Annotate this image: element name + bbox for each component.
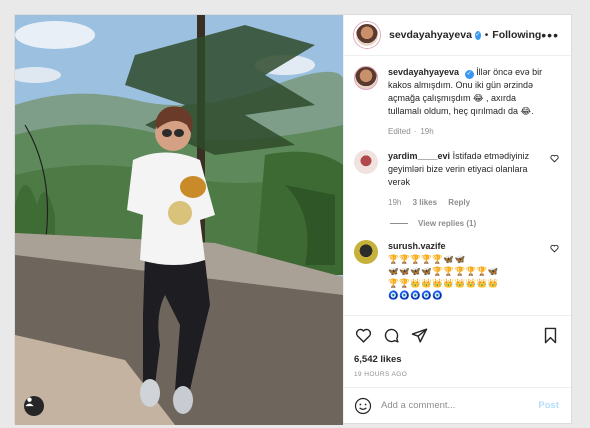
caption: sevdayahyayeva ✓ İllər öncə evə bir kako… (354, 66, 559, 138)
more-options-icon[interactable]: ••• (541, 27, 559, 43)
emoji-line: 🏆🏆🏆🏆🏆🦋🦋 (388, 254, 466, 264)
verified-badge-icon: ✓ (464, 69, 474, 79)
comments-list: sevdayahyayeva ✓ İllər öncə evə bir kako… (344, 56, 571, 315)
post-comment-button[interactable]: Post (538, 400, 559, 411)
caption-time: 19h (420, 127, 434, 136)
comment-username[interactable]: yardim____evi (388, 151, 450, 161)
heart-icon[interactable] (550, 154, 559, 165)
heart-icon[interactable] (550, 244, 559, 255)
post-time: 19 HOURS AGO (354, 371, 408, 378)
comment-input[interactable] (381, 400, 539, 411)
view-replies-button[interactable]: View replies (1) (390, 219, 559, 228)
emoji-line: 🦋🦋🦋🦋🏆🏆🏆🏆🏆🦋 (388, 266, 499, 276)
verified-badge-icon: ✓ (474, 30, 481, 40)
post-photo[interactable] (15, 15, 343, 425)
avatar[interactable] (354, 22, 380, 48)
tagged-users-button[interactable] (24, 396, 44, 416)
like-heart-icon[interactable] (354, 326, 372, 344)
avatar[interactable] (354, 240, 378, 264)
likes-count[interactable]: 6,542 likes (354, 354, 559, 365)
view-replies-label: View replies (1) (418, 219, 477, 228)
instagram-post: sevdayahyayeva ✓ • Following ••• sevdaya… (14, 14, 572, 425)
comment-emoji-text: 🏆🏆🏆🏆🏆🦋🦋 🦋🦋🦋🦋🏆🏆🏆🏆🏆🦋 🏆🏆👑👑👑👑👑👑👑👑 🧿🧿🧿🧿🧿 (388, 253, 545, 301)
emoji-line: 🏆🏆👑👑👑👑👑👑👑👑 (388, 278, 499, 288)
post-side-panel: sevdayahyayeva ✓ • Following ••• sevdaya… (343, 15, 571, 423)
post-actions: 6,542 likes 19 HOURS AGO (344, 315, 571, 387)
comment-username[interactable]: surush.vazife (388, 241, 446, 251)
list-item: surush.vazife 🏆🏆🏆🏆🏆🦋🦋 🦋🦋🦋🦋🏆🏆🏆🏆🏆🦋 🏆🏆👑👑👑👑👑… (354, 240, 559, 301)
divider (390, 223, 408, 224)
list-item: yardim____evi İstifadə etmədiyiniz geyim… (354, 150, 559, 209)
header-username[interactable]: sevdayahyayeva (389, 29, 472, 41)
comment-likes[interactable]: 3 likes (413, 198, 437, 207)
emoji-smile-icon[interactable] (354, 397, 372, 415)
save-bookmark-icon[interactable] (541, 326, 559, 344)
photo-illustration (15, 15, 343, 425)
share-paper-plane-icon[interactable] (410, 326, 428, 344)
avatar[interactable] (354, 150, 378, 174)
comment-bubble-icon[interactable] (382, 326, 400, 344)
separator-dot: • (484, 29, 489, 41)
post-header: sevdayahyayeva ✓ • Following ••• (344, 15, 571, 56)
emoji-line: 🧿🧿🧿🧿🧿 (388, 290, 444, 300)
comment-meta: 19h 3 likes Reply (388, 196, 545, 209)
avatar[interactable] (354, 66, 378, 90)
reply-button[interactable]: Reply (448, 198, 470, 207)
user-icon (25, 397, 34, 407)
add-comment-bar: Post (344, 387, 571, 423)
caption-username[interactable]: sevdayahyayeva (388, 67, 459, 77)
following-button[interactable]: Following (492, 29, 541, 41)
caption-meta: Edited · 19h (388, 127, 434, 136)
edited-label: Edited (388, 127, 411, 136)
comment-time: 19h (388, 198, 402, 207)
